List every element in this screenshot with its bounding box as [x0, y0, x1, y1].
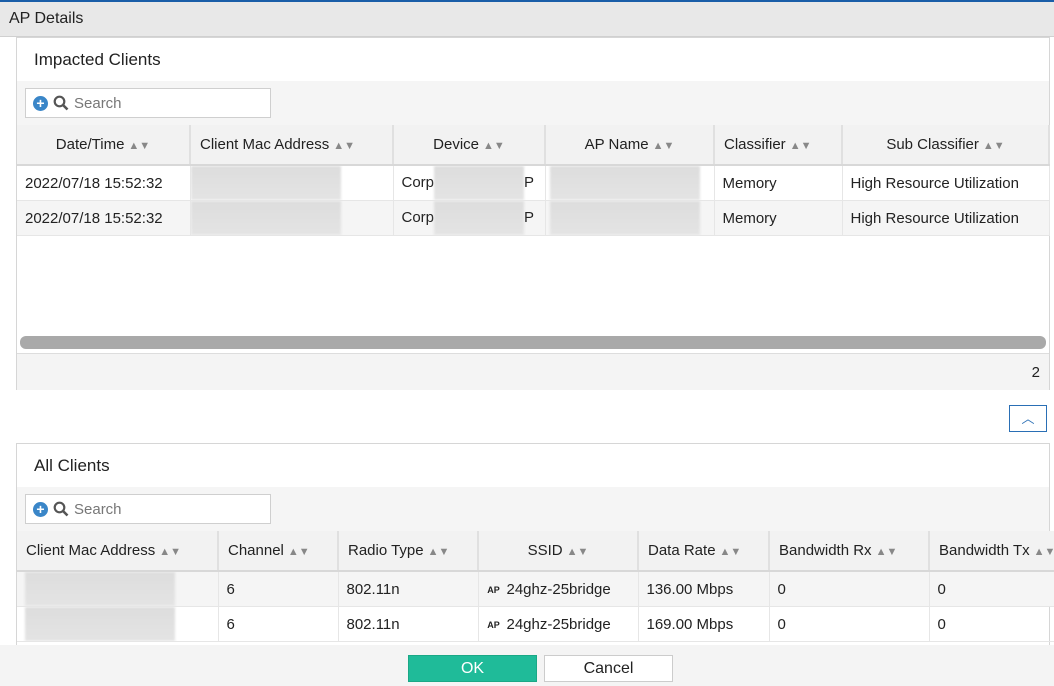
panel-title: All Clients — [34, 456, 110, 475]
chevron-up-icon: ︿ — [1021, 411, 1035, 426]
horizontal-scrollbar[interactable] — [20, 336, 1046, 349]
col-ssid[interactable]: SSID ▲▼ — [478, 531, 639, 572]
search-placeholder: Search — [74, 94, 122, 112]
sort-icon: ▲▼ — [483, 140, 505, 152]
col-channel[interactable]: Channel ▲▼ — [218, 531, 339, 572]
col-data-rate[interactable]: Data Rate ▲▼ — [638, 531, 770, 572]
dialog-body[interactable]: Impacted Clients + Search Date/Time ▲▼ Cl… — [0, 37, 1054, 645]
impacted-clients-panel: Impacted Clients + Search Date/Time ▲▼ Cl… — [16, 37, 1050, 390]
ap-icon: AP — [487, 584, 500, 595]
redacted-mac — [190, 166, 341, 200]
ap-icon: AP — [487, 619, 500, 630]
dialog-footer: OK Cancel — [0, 645, 1054, 686]
impacted-table: Date/Time ▲▼ Client Mac Address ▲▼ Device ▲… — [17, 125, 1050, 236]
sort-icon: ▲▼ — [789, 140, 812, 152]
sort-icon: ▲▼ — [333, 140, 356, 152]
cancel-button[interactable]: Cancel — [544, 655, 673, 682]
col-bandwidth-rx[interactable]: Bandwidth Rx ▲▼ — [769, 531, 930, 572]
table-row[interactable]: 6 802.11n AP 24ghz-25bridge 136.00 Mbps 0… — [17, 571, 1054, 607]
col-client-mac[interactable]: Client Mac Address ▲▼ — [17, 531, 219, 572]
table-row[interactable]: 2022/07/18 15:52:32 Corp P Memory High Re… — [17, 165, 1050, 201]
sort-icon: ▲▼ — [652, 140, 675, 152]
col-ap-name[interactable]: AP Name ▲▼ — [545, 125, 715, 166]
search-input[interactable]: + Search — [25, 494, 271, 524]
col-radio-type[interactable]: Radio Type ▲▼ — [338, 531, 479, 572]
col-datetime[interactable]: Date/Time ▲▼ — [17, 125, 191, 166]
redacted-ap-name — [549, 166, 700, 200]
search-icon — [53, 501, 69, 517]
col-bandwidth-tx[interactable]: Bandwidth Tx ▲▼ — [929, 531, 1054, 572]
dialog-title: AP Details — [0, 2, 1054, 37]
redacted-ap-name — [549, 201, 700, 235]
add-filter-icon[interactable]: + — [33, 95, 48, 111]
collapse-button[interactable]: ︿ — [1009, 405, 1047, 432]
redacted-mac — [25, 572, 175, 606]
all-clients-table: Client Mac Address ▲▼ Channel ▲▼ Radio Typ… — [17, 531, 1054, 642]
col-device[interactable]: Device ▲▼ — [393, 125, 546, 166]
col-classifier[interactable]: Classifier ▲▼ — [714, 125, 843, 166]
panel-title: Impacted Clients — [34, 50, 161, 69]
search-icon — [53, 95, 69, 111]
row-count: 2 — [17, 353, 1049, 390]
redacted-mac — [190, 201, 341, 235]
table-row[interactable]: 2022/07/18 15:52:32 Corp P Memory High Re… — [17, 200, 1050, 236]
add-filter-icon[interactable]: + — [33, 501, 48, 517]
sort-icon: ▲▼ — [982, 140, 1005, 152]
all-clients-panel: All Clients + Search Client Mac Address ▲… — [16, 443, 1054, 645]
redacted-mac — [25, 607, 175, 641]
col-sub-classifier[interactable]: Sub Classifier ▲▼ — [842, 125, 1050, 166]
col-client-mac[interactable]: Client Mac Address ▲▼ — [190, 125, 394, 166]
ok-button[interactable]: OK — [408, 655, 537, 682]
search-input[interactable]: + Search — [25, 88, 271, 118]
table-row[interactable]: 6 802.11n AP 24ghz-25bridge 169.00 Mbps 0… — [17, 606, 1054, 642]
sort-icon: ▲▼ — [128, 140, 151, 152]
search-placeholder: Search — [74, 500, 122, 518]
